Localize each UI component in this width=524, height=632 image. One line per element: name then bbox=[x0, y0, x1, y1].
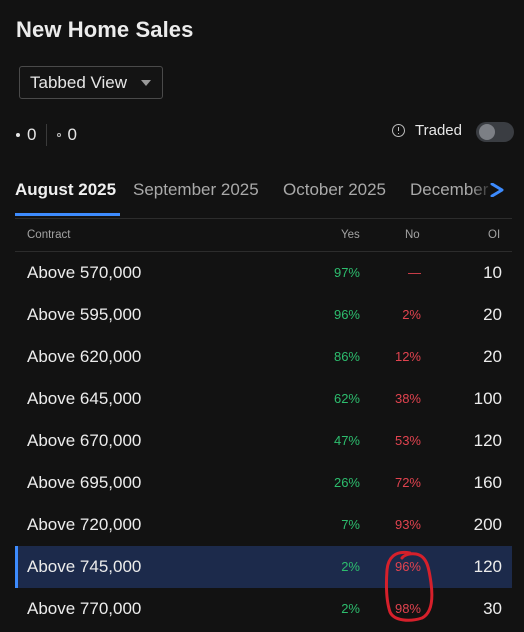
hand-drawn-circle-annotation bbox=[384, 550, 434, 622]
traded-label: Traded bbox=[415, 122, 462, 139]
counter-divider bbox=[46, 124, 48, 146]
traded-filter: Traded bbox=[392, 122, 462, 139]
tab-august-2025[interactable]: August 2025 bbox=[15, 180, 116, 200]
caret-down-icon bbox=[141, 80, 151, 86]
counter-filled: 0 bbox=[16, 125, 36, 145]
info-circle-icon[interactable] bbox=[392, 124, 405, 137]
counter-filled-value: 0 bbox=[27, 125, 37, 144]
row-contract: Above 745,000 bbox=[27, 557, 142, 576]
row-open-interest: 10 bbox=[483, 263, 502, 282]
tab-september-2025[interactable]: September 2025 bbox=[133, 180, 259, 200]
table-row[interactable]: Above 695,000 26% 72% 160 bbox=[15, 462, 512, 504]
row-yes-price[interactable]: 86% bbox=[334, 349, 360, 364]
row-no-price[interactable]: 12% bbox=[395, 349, 421, 364]
table-header: Contract Yes No OI bbox=[0, 226, 524, 246]
chevron-right-icon[interactable] bbox=[488, 183, 508, 197]
row-contract: Above 720,000 bbox=[27, 515, 142, 534]
counter-hollow: 0 bbox=[57, 125, 77, 145]
row-no-price[interactable]: 93% bbox=[395, 517, 421, 532]
page-title: New Home Sales bbox=[16, 17, 194, 42]
filled-dot-icon bbox=[16, 133, 20, 137]
table-row[interactable]: Above 670,000 47% 53% 120 bbox=[15, 420, 512, 462]
header-no: No bbox=[405, 229, 420, 241]
row-yes-price[interactable]: 2% bbox=[341, 559, 360, 574]
view-mode-value: Tabbed View bbox=[30, 72, 128, 92]
table-row[interactable]: Above 645,000 62% 38% 100 bbox=[15, 378, 512, 420]
header-yes: Yes bbox=[341, 229, 360, 241]
row-open-interest: 100 bbox=[473, 389, 502, 408]
row-no-price[interactable]: 2% bbox=[402, 307, 421, 322]
row-no-price[interactable]: 53% bbox=[395, 433, 421, 448]
row-contract: Above 695,000 bbox=[27, 473, 142, 492]
active-tab-indicator bbox=[15, 213, 120, 216]
header-oi: OI bbox=[488, 229, 501, 241]
toggle-knob bbox=[479, 124, 495, 140]
position-counters: 0 0 bbox=[16, 124, 77, 146]
table-row[interactable]: Above 720,000 7% 93% 200 bbox=[15, 504, 512, 546]
row-open-interest: 120 bbox=[473, 431, 502, 450]
row-open-interest: 120 bbox=[473, 557, 502, 576]
counter-hollow-value: 0 bbox=[67, 125, 77, 144]
row-no-price[interactable]: 72% bbox=[395, 475, 421, 490]
row-open-interest: 200 bbox=[473, 515, 502, 534]
month-tabs: August 2025 September 2025 October 2025 … bbox=[0, 170, 510, 218]
traded-toggle[interactable] bbox=[476, 122, 514, 142]
row-yes-price[interactable]: 62% bbox=[334, 391, 360, 406]
row-yes-price[interactable]: 26% bbox=[334, 475, 360, 490]
row-no-price[interactable]: — bbox=[408, 265, 421, 280]
row-contract: Above 620,000 bbox=[27, 347, 142, 366]
row-yes-price[interactable]: 2% bbox=[341, 601, 360, 616]
tab-october-2025[interactable]: October 2025 bbox=[283, 180, 386, 200]
table-row[interactable]: Above 770,000 2% 98% 30 bbox=[15, 588, 512, 630]
row-open-interest: 30 bbox=[483, 599, 502, 618]
table-row-selected[interactable]: Above 745,000 2% 96% 120 bbox=[15, 546, 512, 588]
hollow-dot-icon bbox=[57, 133, 62, 137]
row-contract: Above 570,000 bbox=[27, 263, 142, 282]
row-yes-price[interactable]: 97% bbox=[334, 265, 360, 280]
row-contract: Above 645,000 bbox=[27, 389, 142, 408]
row-open-interest: 160 bbox=[473, 473, 502, 492]
tabs-divider bbox=[15, 218, 512, 219]
row-contract: Above 595,000 bbox=[27, 305, 142, 324]
row-no-price[interactable]: 38% bbox=[395, 391, 421, 406]
table-row[interactable]: Above 570,000 97% — 10 bbox=[15, 252, 512, 294]
table-row[interactable]: Above 595,000 96% 2% 20 bbox=[15, 294, 512, 336]
row-yes-price[interactable]: 47% bbox=[334, 433, 360, 448]
row-yes-price[interactable]: 96% bbox=[334, 307, 360, 322]
row-contract: Above 670,000 bbox=[27, 431, 142, 450]
header-contract: Contract bbox=[27, 229, 71, 241]
row-contract: Above 770,000 bbox=[27, 599, 142, 618]
row-open-interest: 20 bbox=[483, 347, 502, 366]
view-mode-select[interactable]: Tabbed View bbox=[19, 66, 163, 99]
row-open-interest: 20 bbox=[483, 305, 502, 324]
table-row[interactable]: Above 620,000 86% 12% 20 bbox=[15, 336, 512, 378]
row-yes-price[interactable]: 7% bbox=[341, 517, 360, 532]
